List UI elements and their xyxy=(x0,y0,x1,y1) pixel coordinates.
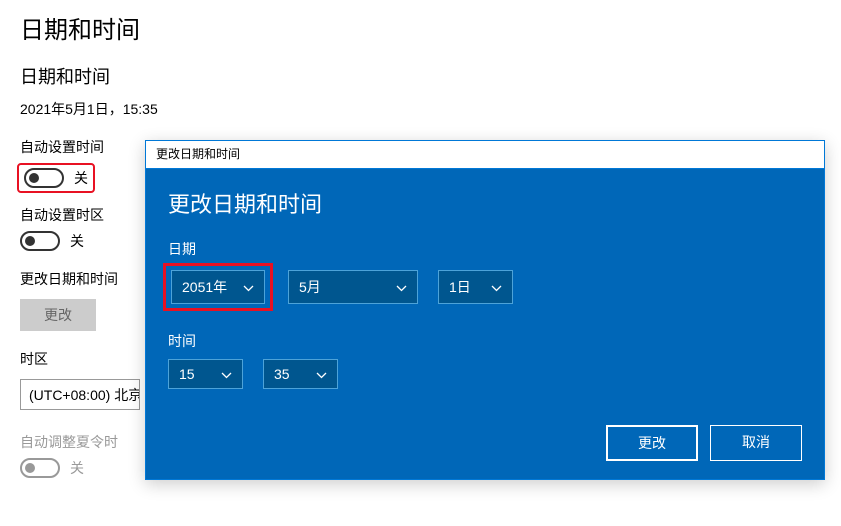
auto-tz-state: 关 xyxy=(70,231,84,251)
highlight-auto-time: 关 xyxy=(17,163,95,193)
year-select[interactable]: 2051年 xyxy=(171,270,265,304)
auto-dst-state: 关 xyxy=(70,458,84,478)
dialog-titlebar: 更改日期和时间 xyxy=(146,141,824,169)
minute-value: 35 xyxy=(274,366,290,382)
dialog-heading: 更改日期和时间 xyxy=(168,187,802,219)
confirm-button[interactable]: 更改 xyxy=(606,425,698,461)
month-select[interactable]: 5月 xyxy=(288,270,418,304)
chevron-down-icon xyxy=(396,279,407,295)
time-label: 时间 xyxy=(168,331,802,351)
highlight-year: 2051年 xyxy=(163,263,273,311)
hour-value: 15 xyxy=(179,366,195,382)
date-label: 日期 xyxy=(168,239,802,259)
timezone-select[interactable]: (UTC+08:00) 北京 xyxy=(20,379,140,410)
chevron-down-icon xyxy=(316,366,327,382)
chevron-down-icon xyxy=(221,366,232,382)
chevron-down-icon xyxy=(491,279,502,295)
change-datetime-dialog: 更改日期和时间 更改日期和时间 日期 2051年 5月 1日 时间 15 xyxy=(145,140,825,480)
month-value: 5月 xyxy=(299,277,321,297)
hour-select[interactable]: 15 xyxy=(168,359,243,389)
auto-time-state: 关 xyxy=(74,168,88,188)
cancel-button[interactable]: 取消 xyxy=(710,425,802,461)
minute-select[interactable]: 35 xyxy=(263,359,338,389)
day-select[interactable]: 1日 xyxy=(438,270,513,304)
page-title: 日期和时间 xyxy=(0,0,841,63)
auto-time-toggle[interactable] xyxy=(24,168,64,188)
chevron-down-icon xyxy=(243,279,254,295)
auto-tz-toggle[interactable] xyxy=(20,231,60,251)
year-value: 2051年 xyxy=(182,277,227,297)
day-value: 1日 xyxy=(449,277,471,297)
auto-dst-toggle xyxy=(20,458,60,478)
section-title: 日期和时间 xyxy=(0,63,841,99)
current-datetime: 2021年5月1日，15:35 xyxy=(0,99,841,137)
change-button[interactable]: 更改 xyxy=(20,299,96,331)
